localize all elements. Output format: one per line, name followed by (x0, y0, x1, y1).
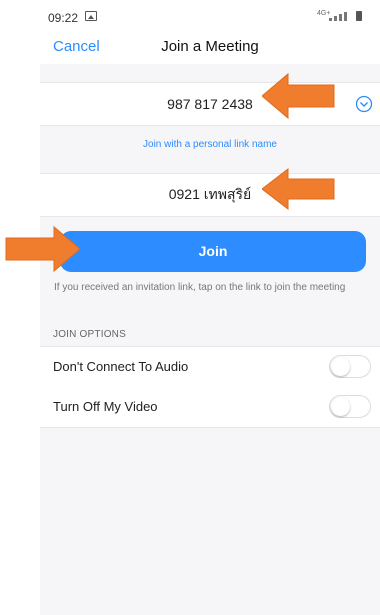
left-blank-area (0, 0, 40, 615)
audio-toggle[interactable] (329, 355, 371, 378)
battery-icon (356, 11, 362, 21)
arrow-icon (262, 72, 335, 120)
signal-icon (329, 12, 347, 21)
page-title: Join a Meeting (161, 38, 259, 55)
invitation-hint: If you received an invitation link, tap … (54, 282, 346, 293)
option-row-video: Turn Off My Video (40, 387, 380, 428)
join-button[interactable]: Join (60, 231, 366, 272)
option-label: Don't Connect To Audio (53, 359, 189, 374)
chevron-down-circle-icon[interactable] (355, 95, 373, 113)
image-icon (85, 11, 97, 21)
personal-link-button[interactable]: Join with a personal link name (40, 139, 380, 150)
status-time: 09:22 (48, 11, 79, 25)
video-toggle[interactable] (329, 395, 371, 418)
option-label: Turn Off My Video (53, 399, 158, 414)
nav-bar: Cancel Join a Meeting (40, 30, 380, 64)
status-bar: 09:22 4G+ (40, 0, 380, 30)
option-row-audio: Don't Connect To Audio (40, 346, 380, 388)
toggle-knob (331, 397, 350, 416)
arrow-icon (262, 167, 335, 211)
toggle-knob (331, 357, 350, 376)
arrow-icon (5, 225, 80, 273)
join-options-header: JOIN OPTIONS (53, 329, 126, 340)
